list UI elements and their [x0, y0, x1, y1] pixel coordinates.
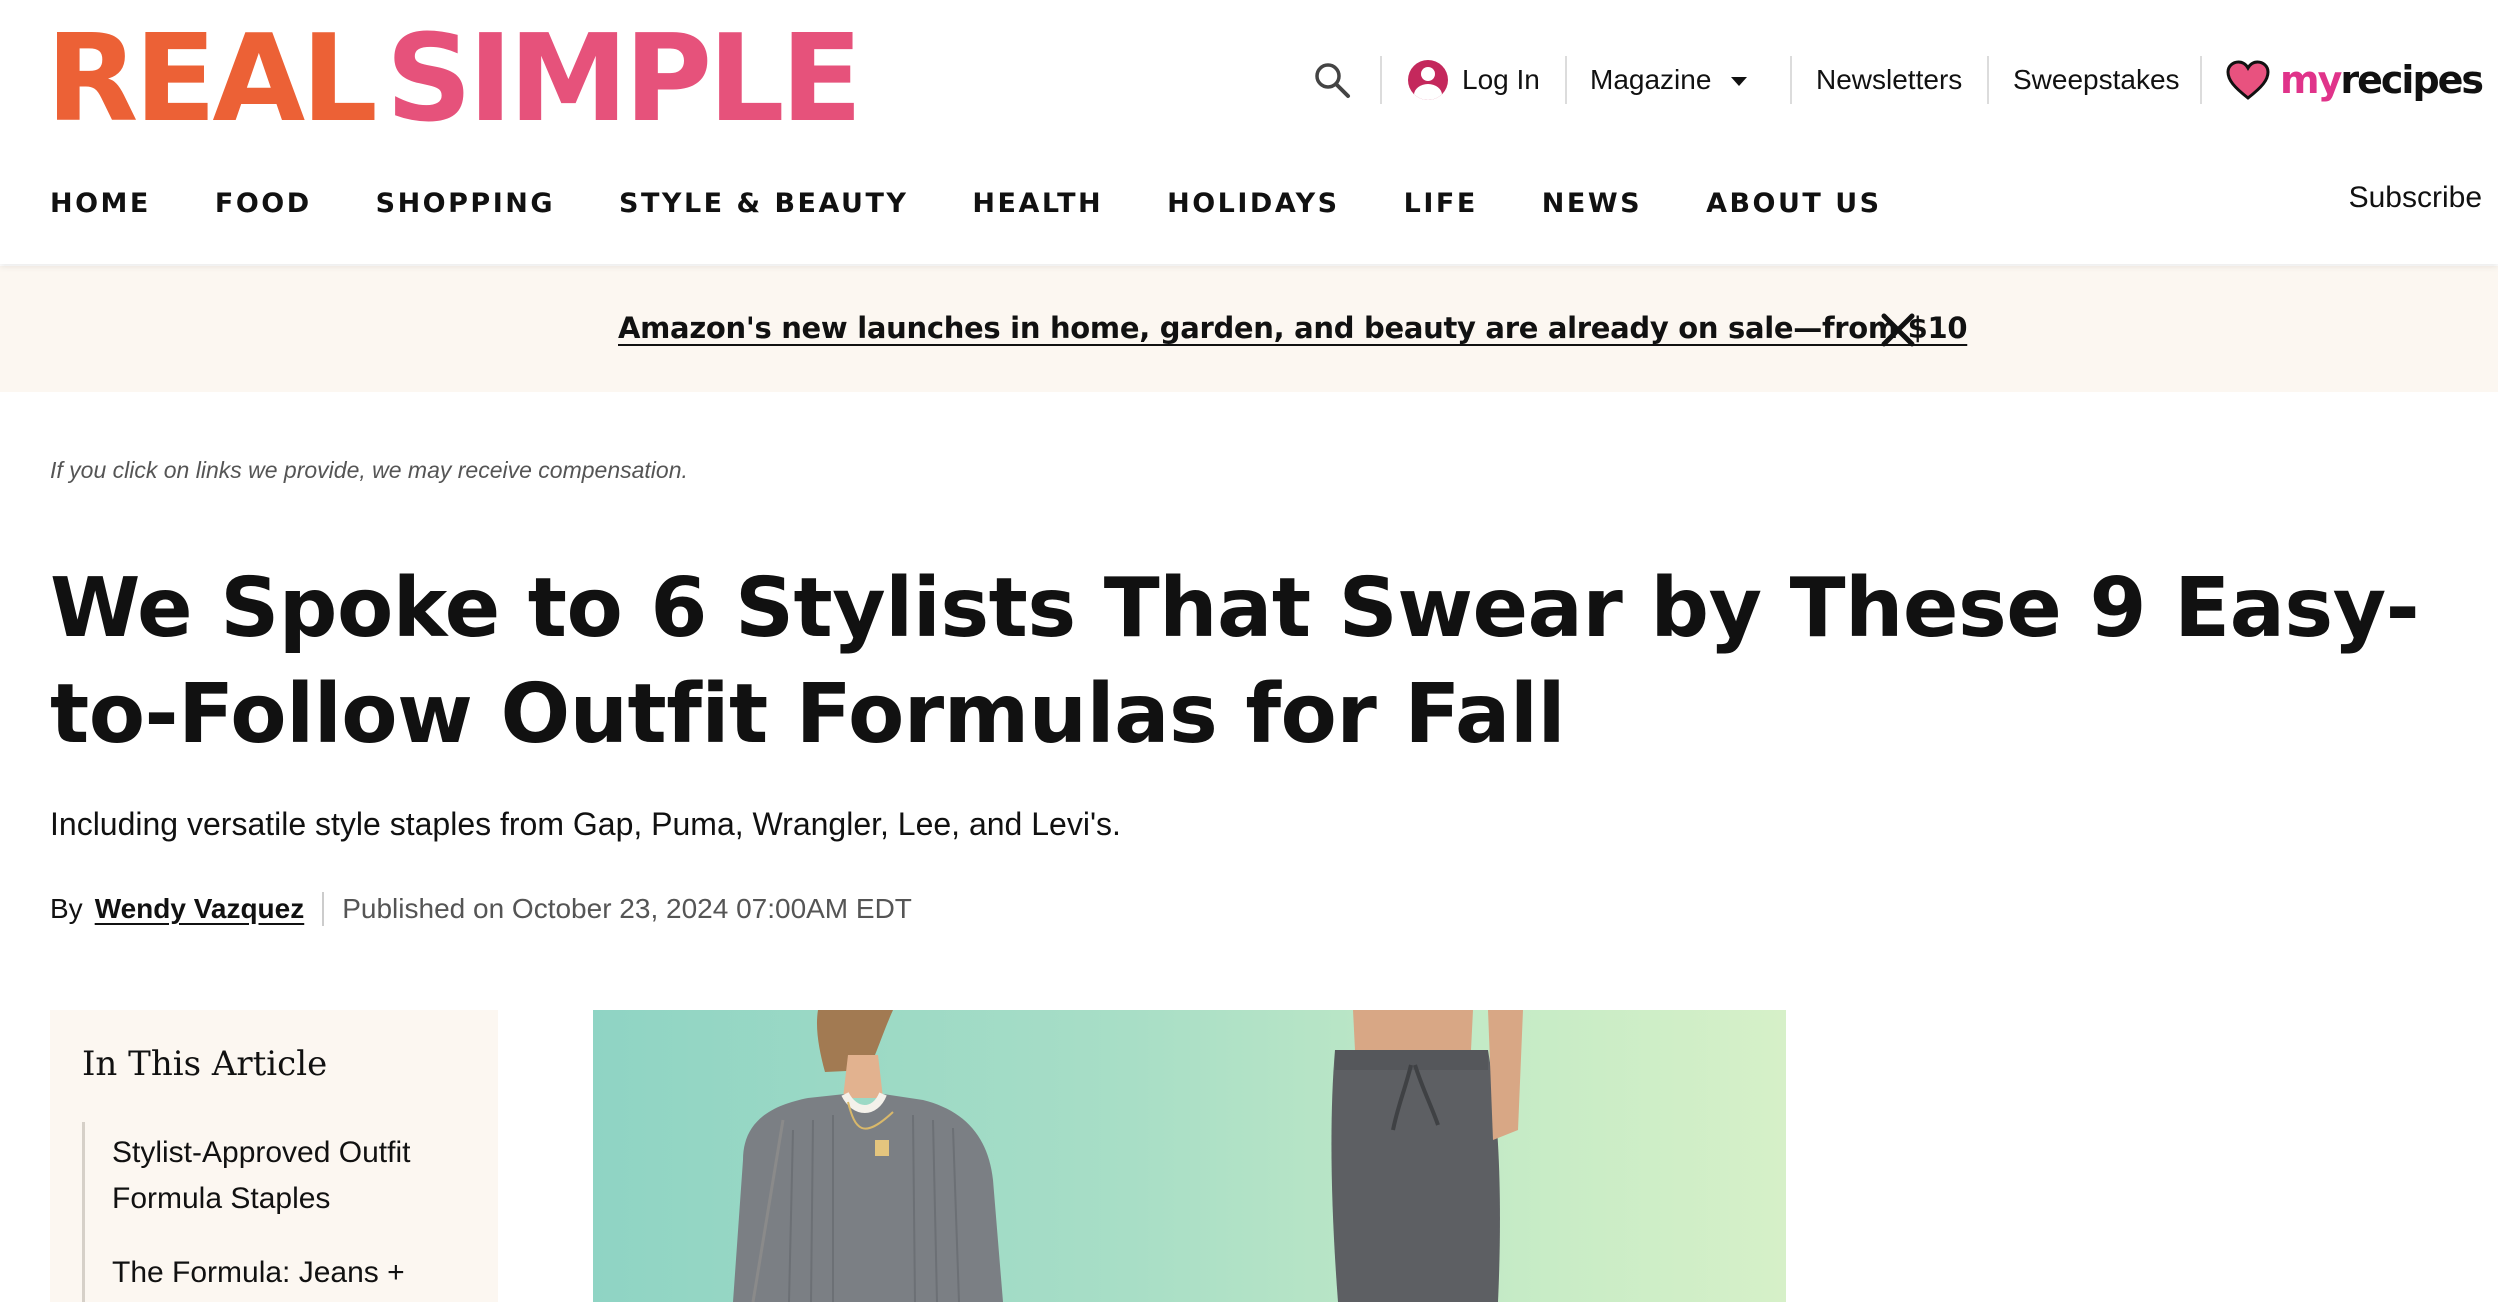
myrecipes-logo: myrecipes [2280, 58, 2484, 102]
divider [1380, 56, 1382, 104]
nav-item-shopping[interactable]: SHOPPING [376, 188, 555, 219]
author-link[interactable]: Wendy Vazquez [95, 893, 305, 925]
nav-item-news[interactable]: NEWS [1542, 188, 1642, 219]
divider [1565, 56, 1567, 104]
byline: By Wendy Vazquez Published on October 23… [50, 889, 912, 929]
main-nav: HOME FOOD SHOPPING STYLE & BEAUTY HEALTH… [50, 178, 1946, 228]
promo-link[interactable]: Amazon's new launches in home, garden, a… [618, 311, 1968, 345]
promo-banner: Amazon's new launches in home, garden, a… [0, 266, 2498, 392]
affiliate-disclaimer: If you click on links we provide, we may… [50, 457, 688, 483]
toc-link[interactable]: Stylist-Approved Outfit Formula Staples [112, 1130, 482, 1222]
nav-item-home[interactable]: HOME [50, 188, 151, 219]
logo-real: REAL [46, 10, 378, 149]
sweepstakes-label: Sweepstakes [2013, 64, 2180, 95]
user-avatar-icon [1408, 60, 1448, 100]
divider [1987, 56, 1989, 104]
publish-date: Published on October 23, 2024 07:00AM ED… [342, 893, 912, 924]
newsletters-label: Newsletters [1816, 64, 1963, 95]
hero-illustration [733, 1010, 1523, 1302]
toc-link[interactable]: The Formula: Jeans + Leather Jacket [112, 1250, 482, 1302]
by-label: By [50, 893, 83, 924]
nav-item-holidays[interactable]: HOLIDAYS [1167, 188, 1340, 219]
close-icon[interactable] [1880, 312, 1916, 348]
toc-rail [82, 1122, 85, 1302]
site-header: REAL SIMPLE Log In Magazine Newsletters … [0, 0, 2498, 264]
nav-item-health[interactable]: HEALTH [972, 188, 1103, 219]
login-link[interactable]: Log In [1408, 48, 1540, 112]
myrecipes-link[interactable]: myrecipes [2226, 48, 2484, 112]
article-headline: We Spoke to 6 Stylists That Swear by The… [50, 561, 2420, 762]
nav-item-food[interactable]: FOOD [215, 188, 312, 219]
toc-title: In This Article [82, 1044, 328, 1084]
nav-item-life[interactable]: LIFE [1404, 188, 1478, 219]
magazine-dropdown[interactable]: Magazine [1590, 48, 1748, 112]
sweepstakes-link[interactable]: Sweepstakes [2013, 48, 2180, 112]
nav-item-style-beauty[interactable]: STYLE & BEAUTY [619, 188, 908, 219]
heart-icon [2226, 60, 2270, 100]
chevron-down-icon [1731, 77, 1748, 86]
article-dek: Including versatile style staples from G… [50, 806, 1121, 842]
divider [322, 892, 325, 926]
site-logo[interactable]: REAL SIMPLE [46, 10, 863, 149]
login-label: Log In [1462, 64, 1540, 95]
magazine-label: Magazine [1590, 64, 1712, 95]
search-button[interactable] [1306, 48, 1358, 112]
subscribe-link[interactable]: Subscribe [2349, 181, 2482, 215]
divider [2200, 56, 2202, 104]
logo-simple: SIMPLE [385, 10, 863, 149]
table-of-contents: In This Article Stylist-Approved Outfit … [50, 1010, 498, 1302]
newsletters-link[interactable]: Newsletters [1816, 48, 1962, 112]
divider [1790, 56, 1792, 104]
hero-image [593, 1010, 1786, 1302]
nav-item-about-us[interactable]: ABOUT US [1706, 188, 1882, 219]
search-icon [1315, 63, 1350, 98]
